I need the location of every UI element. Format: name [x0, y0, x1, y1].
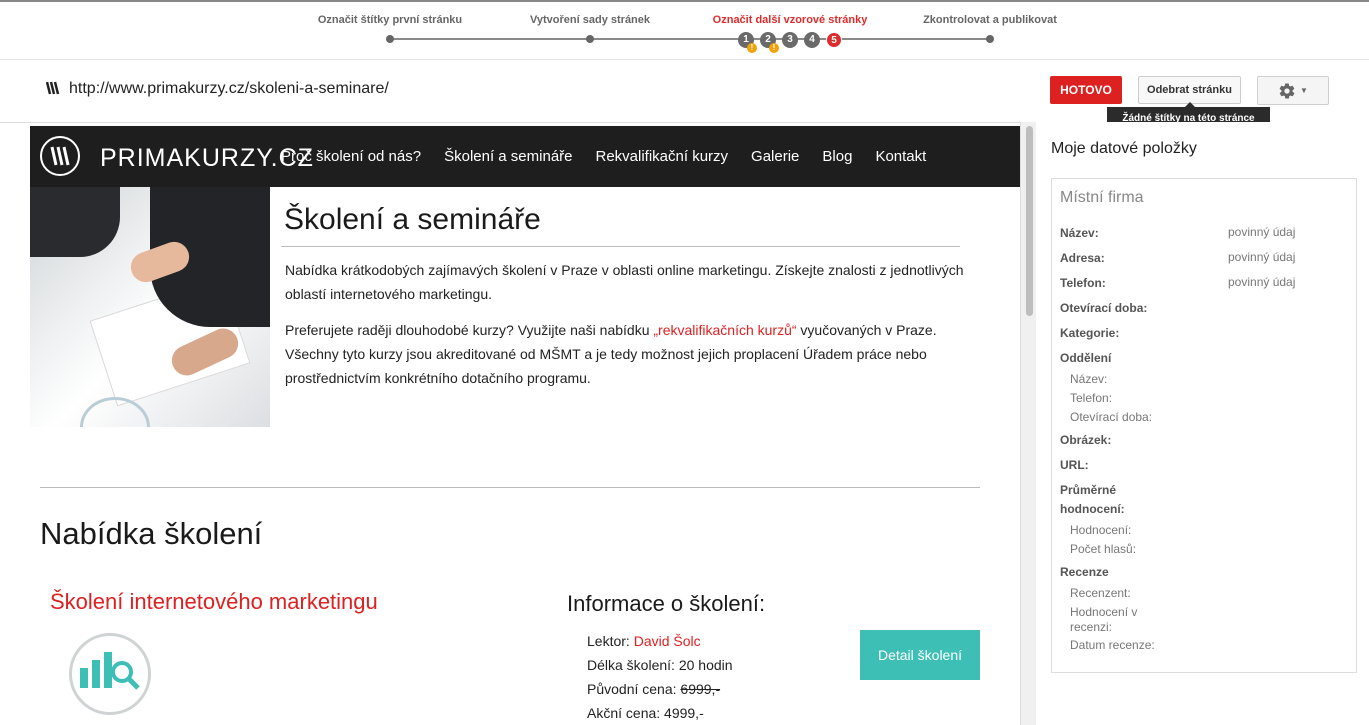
warning-icon: ! [769, 43, 779, 53]
duration-row: Délka školení: 20 hodin [587, 657, 733, 673]
data-items-panel: Moje datové položky Místní firma Název: … [1036, 122, 1369, 725]
warning-icon: ! [747, 43, 757, 53]
field-avg-rating[interactable]: Průměrné hodnocení: [1060, 481, 1160, 519]
field-votes[interactable]: Počet hlasů: [1070, 542, 1136, 557]
requalification-link[interactable]: „rekvalifikačních kurzů“ [653, 322, 796, 338]
scrollbar-thumb[interactable] [1026, 126, 1033, 316]
step-1-dot[interactable] [386, 35, 394, 43]
wizard-steps: Označit štítky první stránku Vytvoření s… [0, 2, 1369, 60]
remove-page-button[interactable]: Odebrat stránku [1138, 76, 1241, 104]
paragraph-text: Preferujete raději dlouhodobé kurzy? Vyu… [285, 322, 654, 338]
field-review-date[interactable]: Datum recenze: [1070, 638, 1155, 653]
done-button[interactable]: HOTOVO [1050, 76, 1122, 104]
field-phone[interactable]: Telefon: [1060, 274, 1106, 293]
lector-label: Lektor: [587, 633, 634, 649]
site-logo-icon [46, 81, 60, 95]
site-menu: Proč školení od nás? Školení a semináře … [281, 148, 926, 165]
original-price: 6999,- [680, 681, 721, 697]
field-name[interactable]: Název: [1060, 224, 1099, 243]
original-price-row: Původní cena: 6999,- [587, 681, 720, 697]
field-dept-phone[interactable]: Telefon: [1070, 391, 1112, 406]
page-title: Školení a semináře [284, 203, 541, 236]
step-2-dot[interactable] [586, 35, 594, 43]
original-price-label: Původní cena: [587, 681, 681, 697]
field-address[interactable]: Adresa: [1060, 249, 1105, 268]
chevron-down-icon: ▼ [1300, 86, 1308, 95]
info-title: Informace o školení: [567, 591, 766, 616]
step-4-label[interactable]: Zkontrolovat a publikovat [923, 14, 1057, 26]
field-category[interactable]: Kategorie: [1060, 324, 1119, 343]
field-reviews[interactable]: Recenze [1060, 563, 1109, 582]
field-dept-name[interactable]: Název: [1070, 372, 1107, 387]
required-note: povinný údaj [1228, 275, 1296, 289]
site-navbar: PRIMAKURZY.CZ Proč školení od nás? Škole… [30, 126, 1020, 187]
local-business-box: Místní firma Název: povinný údaj Adresa:… [1051, 178, 1357, 673]
analytics-icon [69, 633, 151, 715]
required-note: povinný údaj [1228, 250, 1296, 264]
progress-line [390, 38, 990, 40]
page-preview: PRIMAKURZY.CZ Proč školení od nás? Škole… [0, 122, 1020, 725]
field-department[interactable]: Oddělení [1060, 349, 1111, 368]
required-note: povinný údaj [1228, 225, 1296, 239]
step-3-label[interactable]: Označit další vzorové stránky [713, 14, 868, 26]
menu-item-contact[interactable]: Kontakt [875, 148, 926, 165]
subpage-4[interactable]: 4 [804, 32, 820, 48]
field-image[interactable]: Obrázek: [1060, 431, 1111, 450]
menu-item-gallery[interactable]: Galerie [751, 148, 799, 165]
menu-item-why[interactable]: Proč školení od nás? [281, 148, 421, 165]
url-toolbar: http://www.primakurzy.cz/skoleni-a-semin… [0, 60, 1369, 131]
field-review-rating[interactable]: Hodnocení v recenzi: [1070, 605, 1160, 635]
panel-title: Moje datové položky [1051, 140, 1197, 157]
settings-button[interactable]: ▼ [1257, 76, 1329, 105]
preview-scrollbar[interactable] [1020, 122, 1036, 725]
field-rating[interactable]: Hodnocení: [1070, 523, 1131, 538]
subpage-3[interactable]: 3 [782, 32, 798, 48]
brand-logo-icon[interactable] [40, 136, 80, 176]
gear-icon [1279, 82, 1295, 99]
field-url[interactable]: URL: [1060, 456, 1089, 475]
course-title[interactable]: Školení internetového marketingu [50, 589, 378, 615]
subpage-5[interactable]: 5 [826, 32, 842, 48]
divider [40, 487, 980, 488]
course-detail-button[interactable]: Detail školení [860, 630, 980, 680]
hero-image [30, 187, 270, 427]
menu-item-requalification[interactable]: Rekvalifikační kurzy [596, 148, 729, 165]
step-4-dot[interactable] [986, 35, 994, 43]
menu-item-blog[interactable]: Blog [822, 148, 852, 165]
requalification-paragraph: Preferujete raději dlouhodobé kurzy? Vyu… [285, 318, 985, 390]
sale-price-row: Akční cena: 4999,- [587, 705, 704, 721]
offer-heading: Nabídka školení [40, 516, 263, 551]
page-url: http://www.primakurzy.cz/skoleni-a-semin… [69, 80, 389, 97]
field-hours[interactable]: Otevírací doba: [1060, 299, 1147, 318]
step-1-label[interactable]: Označit štítky první stránku [318, 14, 462, 26]
divider [281, 246, 960, 247]
box-title: Místní firma [1060, 189, 1144, 206]
lector-row: Lektor: David Šolc [587, 633, 701, 649]
menu-item-trainings[interactable]: Školení a semináře [444, 148, 572, 165]
intro-paragraph: Nabídka krátkodobých zajímavých školení … [285, 262, 964, 302]
field-reviewer[interactable]: Recenzent: [1070, 586, 1131, 601]
lector-link[interactable]: David Šolc [634, 633, 701, 649]
step-2-label[interactable]: Vytvoření sady stránek [530, 14, 650, 26]
field-dept-hours[interactable]: Otevírací doba: [1070, 410, 1152, 425]
